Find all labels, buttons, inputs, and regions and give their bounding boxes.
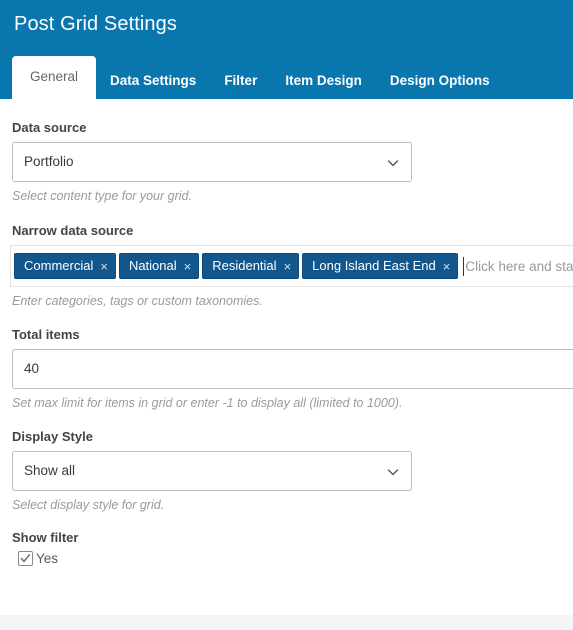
display-style-select[interactable]: Show all [12,451,412,491]
field-narrow-data-source: Narrow data source Commercial × National… [0,204,573,309]
tab-bar: General Data Settings Filter Item Design… [12,56,504,99]
tag-item[interactable]: Long Island East End × [302,253,459,279]
display-style-value: Show all [24,463,76,478]
show-filter-label: Show filter [12,530,79,545]
remove-tag-icon[interactable]: × [284,260,292,273]
field-total-items: Total items 40 Set max limit for items i… [0,309,573,411]
tab-general[interactable]: General [12,56,97,99]
bottom-strip [0,615,573,630]
show-filter-checkbox-label: Yes [36,551,59,566]
field-display-style: Display Style Show all Select display st… [0,411,573,513]
data-source-label: Data source [12,120,87,135]
page-title: Post Grid Settings [14,13,177,35]
tab-filter[interactable]: Filter [210,62,271,99]
remove-tag-icon[interactable]: × [100,260,108,273]
remove-tag-icon[interactable]: × [443,260,451,273]
tag-label: Commercial [24,258,94,273]
display-style-hint: Select display style for grid. [12,498,165,512]
show-filter-checkbox-row[interactable]: Yes [0,551,573,566]
field-data-source: Data source Portfolio Select content typ… [0,99,573,204]
chevron-down-icon [387,466,399,478]
data-source-select[interactable]: Portfolio [12,142,412,182]
narrow-data-source-placeholder: Click here and sta [465,258,573,274]
field-show-filter: Show filter Yes [0,513,573,566]
narrow-data-source-input[interactable]: Commercial × National × Residential × Lo… [10,245,573,287]
tag-label: National [128,258,177,273]
data-source-value: Portfolio [24,154,74,169]
general-settings-panel: Data source Portfolio Select content typ… [0,99,573,566]
check-icon [20,554,31,563]
tag-label: Residential [212,258,277,273]
narrow-data-source-label: Narrow data source [12,223,134,238]
total-items-label: Total items [12,327,80,342]
tag-label: Long Island East End [312,258,436,273]
tab-item-design[interactable]: Item Design [271,62,376,99]
show-filter-checkbox[interactable] [18,551,33,566]
total-items-hint: Set max limit for items in grid or enter… [12,396,403,410]
tag-item[interactable]: Commercial × [14,253,116,279]
tab-data-settings[interactable]: Data Settings [96,62,210,99]
tab-design-options[interactable]: Design Options [376,62,504,99]
remove-tag-icon[interactable]: × [184,260,192,273]
display-style-label: Display Style [12,429,93,444]
settings-header: Post Grid Settings General Data Settings… [0,0,573,99]
chevron-down-icon [387,157,399,169]
data-source-hint: Select content type for your grid. [12,189,192,203]
tag-item[interactable]: National × [118,253,200,279]
tag-item[interactable]: Residential × [202,253,300,279]
total-items-input[interactable]: 40 [12,349,573,389]
narrow-data-source-hint: Enter categories, tags or custom taxonom… [12,294,263,308]
